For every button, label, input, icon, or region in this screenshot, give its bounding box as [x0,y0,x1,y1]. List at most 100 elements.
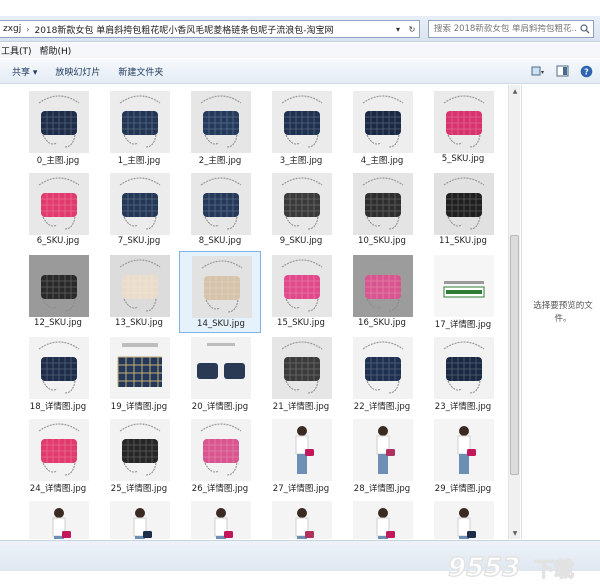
file-thumbnail [434,419,494,481]
file-item[interactable]: 6_SKU.jpg [17,169,99,251]
file-item[interactable]: 24_详情图.jpg [17,415,99,497]
file-item[interactable] [179,497,261,539]
new-folder-button[interactable]: 新建文件夹 [109,65,172,78]
file-list-area[interactable]: 0_主图.jpg 1_主图.jpg 2_主图.jpg 3_主图.jpg 4_主图.jpg… [0,85,520,539]
file-thumbnail [272,255,332,317]
file-thumbnail [272,419,332,481]
search-icon[interactable] [577,21,593,37]
change-view-icon[interactable]: ▾ [530,63,546,79]
file-item[interactable]: 28_详情图.jpg [341,415,423,497]
file-name: 12_SKU.jpg [34,318,82,328]
file-name: 0_主图.jpg [36,156,80,166]
file-item[interactable]: 16_SKU.jpg [341,251,423,333]
scroll-up-icon[interactable]: ▲ [509,85,521,97]
file-thumbnail [110,337,170,399]
file-item[interactable] [17,497,99,539]
vertical-scrollbar[interactable]: ▲ ▼ [508,85,520,539]
file-thumbnail [353,419,413,481]
file-item[interactable]: 13_SKU.jpg [98,251,180,333]
file-thumbnail [353,91,413,153]
file-thumbnail [29,255,89,317]
file-item[interactable]: 8_SKU.jpg [179,169,261,251]
file-thumbnail [353,337,413,399]
share-button[interactable]: 共享 ▾ [0,65,46,78]
file-item[interactable]: 5_SKU.jpg [422,87,504,169]
breadcrumb-root[interactable]: zxgj [0,24,24,34]
svg-text:9553: 9553 [448,553,520,583]
file-item[interactable]: 10_SKU.jpg [341,169,423,251]
menu-bar: 工具(T) 帮助(H) [0,43,600,58]
breadcrumb-current-folder[interactable]: 2018新款女包 单肩斜挎包粗花呢小香风毛呢菱格链条包呢子流浪包-淘宝网 [31,23,391,36]
file-name: 4_主图.jpg [360,156,404,166]
preview-pane: 选择要预览的文件。 [521,85,600,539]
file-thumbnail [29,173,89,235]
preview-pane-icon[interactable] [554,63,570,79]
file-item[interactable]: 17_详情图.jpg [422,251,504,333]
file-item[interactable]: 18_详情图.jpg [17,333,99,415]
slideshow-button[interactable]: 放映幻灯片 [46,65,109,78]
file-name: 17_详情图.jpg [434,320,492,330]
file-item[interactable]: 1_主图.jpg [98,87,180,169]
file-name: 28_详情图.jpg [353,484,411,494]
file-item[interactable]: 20_详情图.jpg [179,333,261,415]
file-item[interactable]: 19_详情图.jpg [98,333,180,415]
file-item[interactable]: 4_主图.jpg [341,87,423,169]
file-name: 2_主图.jpg [198,156,242,166]
scrollbar-thumb[interactable] [510,235,519,475]
file-name: 14_SKU.jpg [197,319,245,329]
address-bar[interactable]: zxgj › 2018新款女包 单肩斜挎包粗花呢小香风毛呢菱格链条包呢子流浪包-… [0,20,420,38]
menu-help[interactable]: 帮助(H) [40,44,80,57]
scroll-down-icon[interactable]: ▼ [509,527,521,539]
file-item[interactable]: 25_详情图.jpg [98,415,180,497]
file-thumbnail [272,173,332,235]
file-thumbnail [110,419,170,481]
file-name: 22_详情图.jpg [353,402,411,412]
file-item[interactable] [260,497,342,539]
file-name: 23_详情图.jpg [434,402,492,412]
svg-text:▾: ▾ [541,69,544,76]
address-dropdown-icon[interactable]: ▾ [391,21,405,37]
file-name: 8_SKU.jpg [198,236,242,246]
file-item[interactable]: 7_SKU.jpg [98,169,180,251]
file-thumbnail [192,256,252,318]
file-thumbnail [272,501,332,539]
file-item[interactable] [341,497,423,539]
file-item[interactable]: 9_SKU.jpg [260,169,342,251]
file-name: 9_SKU.jpg [279,236,323,246]
file-thumbnail [110,501,170,539]
file-item[interactable]: 29_详情图.jpg [422,415,504,497]
file-thumbnail [353,173,413,235]
file-name: 5_SKU.jpg [441,154,485,164]
file-item[interactable]: 22_详情图.jpg [341,333,423,415]
file-thumbnail [353,255,413,317]
breadcrumb-separator-icon[interactable]: › [24,25,31,34]
help-icon[interactable]: ? [578,63,594,79]
svg-text:下载: 下载 [534,557,574,581]
file-thumbnail [434,255,494,317]
file-name: 16_SKU.jpg [358,318,406,328]
search-input[interactable] [429,24,577,34]
file-name: 13_SKU.jpg [115,318,163,328]
file-item[interactable] [422,497,504,539]
file-item[interactable]: 14_SKU.jpg [179,251,261,333]
menu-tools[interactable]: 工具(T) [0,44,40,57]
file-item[interactable]: 26_详情图.jpg [179,415,261,497]
file-item[interactable]: 15_SKU.jpg [260,251,342,333]
file-item[interactable]: 0_主图.jpg [17,87,99,169]
file-item[interactable]: 27_详情图.jpg [260,415,342,497]
file-item[interactable] [98,497,180,539]
file-item[interactable]: 12_SKU.jpg [17,251,99,333]
file-item[interactable]: 3_主图.jpg [260,87,342,169]
file-thumbnail [272,337,332,399]
file-item[interactable]: 2_主图.jpg [179,87,261,169]
file-name: 29_详情图.jpg [434,484,492,494]
file-thumbnail [434,501,494,539]
file-thumbnail [110,173,170,235]
file-name: 24_详情图.jpg [29,484,87,494]
file-name: 15_SKU.jpg [277,318,325,328]
file-item[interactable]: 11_SKU.jpg [422,169,504,251]
file-item[interactable]: 23_详情图.jpg [422,333,504,415]
search-box[interactable] [428,20,594,38]
refresh-icon[interactable]: ↻ [405,21,419,37]
file-item[interactable]: 21_详情图.jpg [260,333,342,415]
